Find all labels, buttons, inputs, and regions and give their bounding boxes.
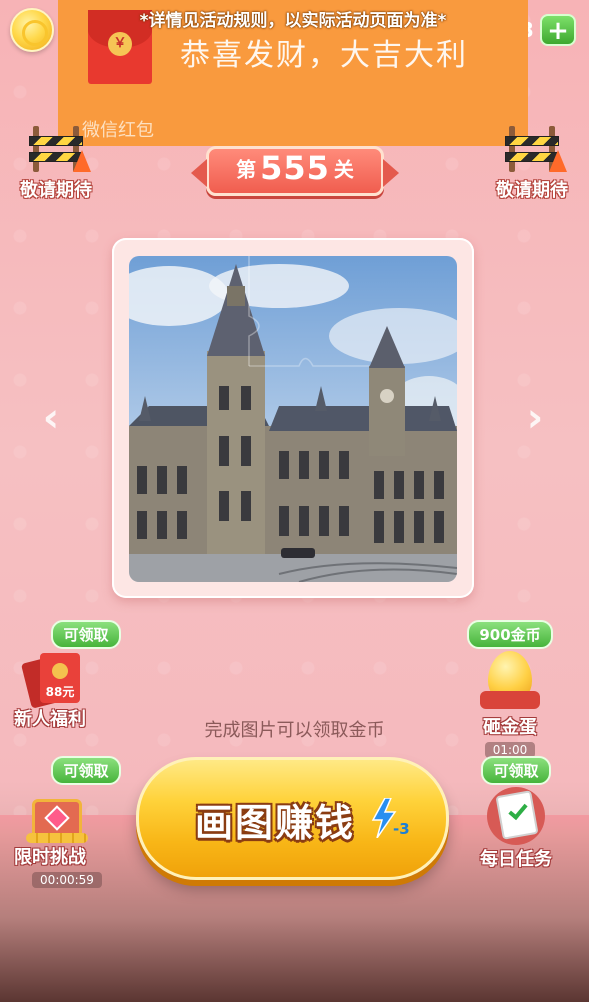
red-packet-icon: 88元 [20,653,86,709]
wechat-red-packet-notification[interactable]: ￥ 恭喜发财，大吉大利 微信红包 *详情见活动规则，以实际活动页面为准* [58,0,528,146]
daily-tasks-button[interactable]: 可领取 每日任务 [454,756,578,871]
checklist-icon [483,787,549,845]
level-number: 555 [260,149,330,187]
claimable-tag: 可领取 [51,756,121,785]
newbie-bonus-label: 新人福利 [14,709,86,730]
coming-soon-right[interactable]: 敬请期待 [492,122,572,202]
puzzle-image[interactable] [129,256,457,582]
level-badge: 第 555 关 [191,146,399,196]
activity-rule-note: *详情见活动规则，以实际活动页面为准* [139,11,447,31]
coming-soon-label: 敬请期待 [496,180,568,201]
smash-egg-label: 砸金蛋 [483,717,537,738]
next-level-arrow[interactable]: › [520,398,550,438]
coin-reward-tag: 900金币 [467,620,553,649]
traffic-cone-icon [549,150,567,172]
gothic-building-photo [129,256,457,582]
puzzle-frame [112,238,474,598]
red-packet-amount: 88元 [45,685,75,699]
prev-level-arrow[interactable]: ‹ [36,398,66,438]
road-barrier-icon [503,122,567,172]
golden-egg-icon [474,651,546,713]
notification-title: 恭喜发财，大吉大利 [180,38,468,73]
claimable-tag: 可领取 [51,620,121,649]
newbie-bonus-button[interactable]: 可领取 88元 新人福利 [12,620,130,731]
coming-soon-left[interactable]: 敬请期待 [16,122,96,202]
gold-coin-icon [10,8,54,52]
timed-challenge-label: 限时挑战 [14,847,86,868]
treasure-chest-icon [26,787,88,843]
challenge-countdown: 00:00:59 [32,872,102,888]
draw-to-earn-label: 画图赚钱 [195,801,356,845]
timed-challenge-button[interactable]: 可领取 限时挑战 00:00:59 [10,756,132,888]
coming-soon-label: 敬请期待 [20,180,92,201]
claimable-tag: 可领取 [481,756,551,785]
level-prefix: 第 [236,157,257,182]
daily-tasks-label: 每日任务 [480,849,552,870]
energy-cost: -3 [393,820,410,838]
road-barrier-icon [27,122,91,172]
envelope-seal: ￥ [108,32,132,56]
draw-to-earn-button[interactable]: 画图赚钱 -3 [136,757,449,880]
traffic-cone-icon [73,150,91,172]
smash-golden-egg-button[interactable]: 900金币 砸金蛋 01:00 [440,620,580,758]
level-suffix: 关 [333,157,354,182]
add-coins-button[interactable]: + [540,14,576,46]
